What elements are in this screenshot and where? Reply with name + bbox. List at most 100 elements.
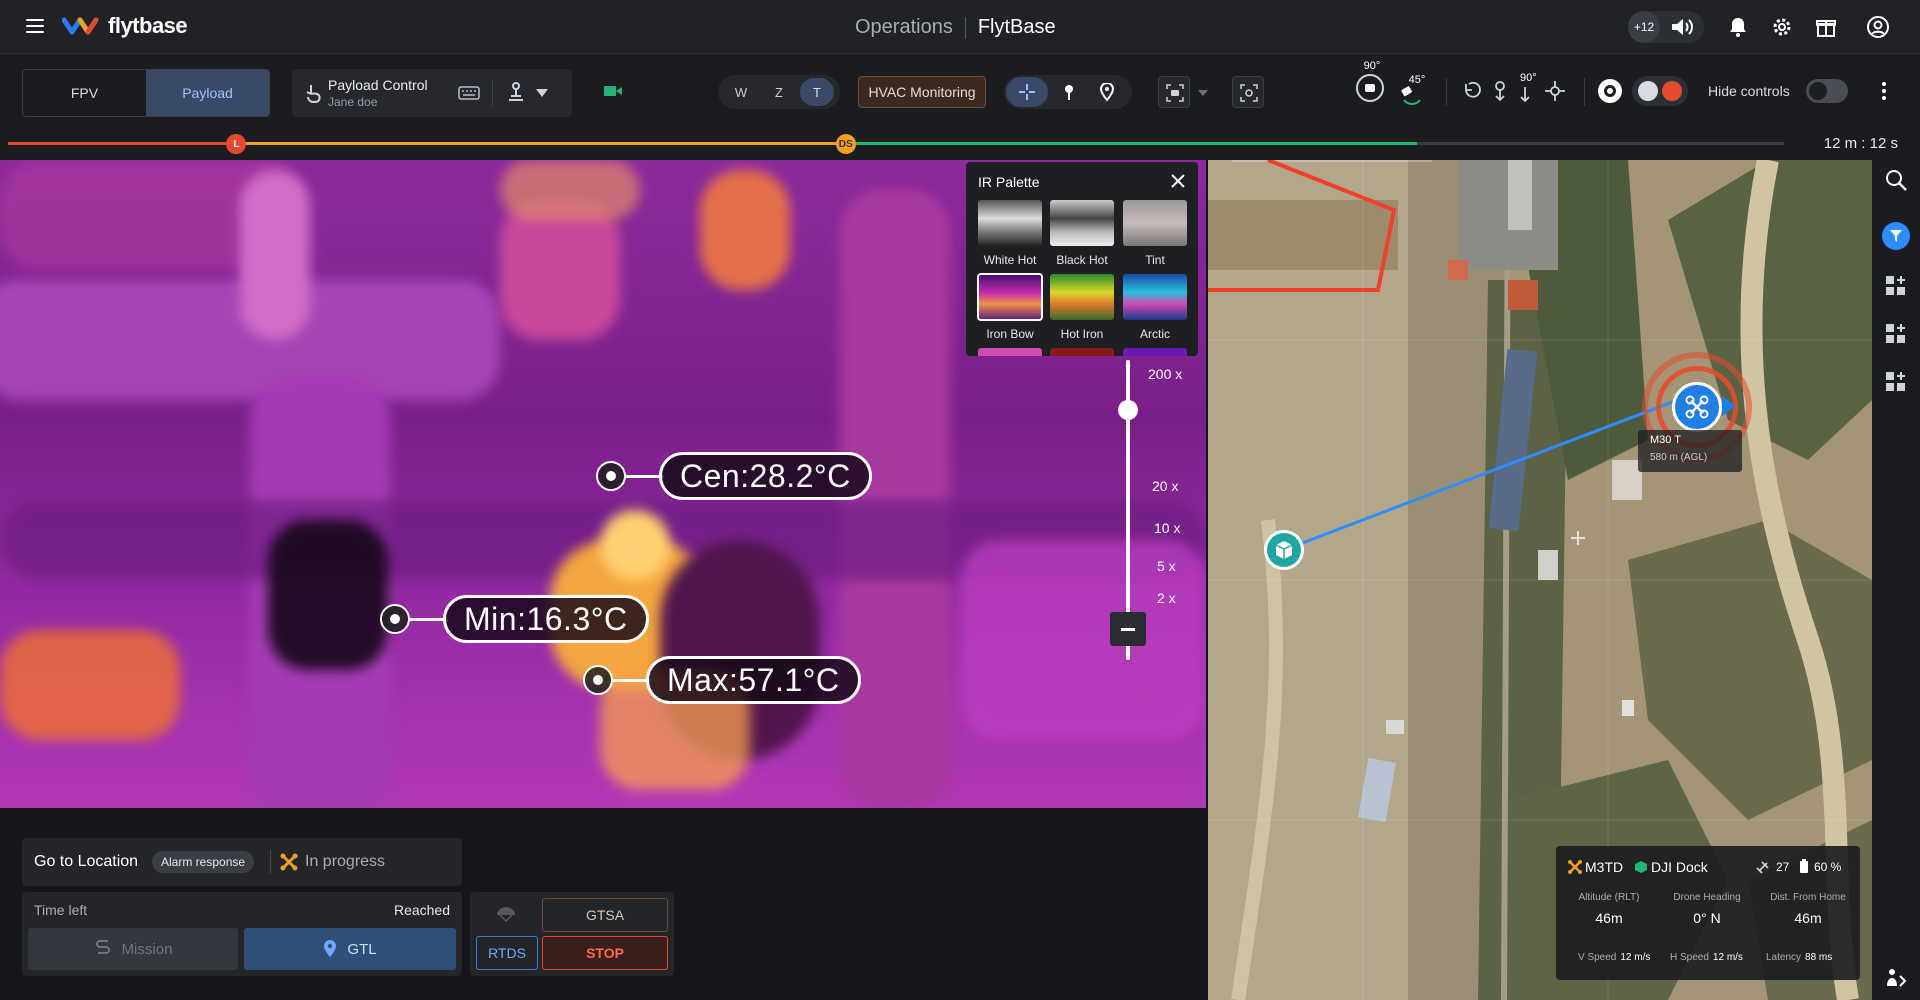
dock-name: DJI Dock xyxy=(1651,859,1708,875)
max-temp-marker[interactable] xyxy=(583,665,613,695)
palette-option-partial[interactable] xyxy=(1050,348,1114,356)
user-account-icon[interactable] xyxy=(1856,11,1900,43)
elapsed-time: 12 m : 12 s xyxy=(1823,135,1898,152)
filter-button[interactable] xyxy=(1882,222,1910,250)
payload-control-box[interactable]: Payload Control Jane doe xyxy=(292,69,572,117)
camera-icon xyxy=(1365,84,1375,92)
timeline-marker-launch[interactable]: L xyxy=(226,134,247,154)
palette-option-hot-iron[interactable]: Hot Iron xyxy=(1050,274,1114,341)
palette-option-arctic[interactable]: Arctic xyxy=(1123,274,1187,341)
section-title[interactable]: Operations xyxy=(855,16,953,39)
dock-marker[interactable] xyxy=(1264,530,1304,570)
crosshair-mode-button[interactable] xyxy=(1006,77,1048,107)
drone-marker[interactable] xyxy=(1672,382,1722,432)
gimbal-yaw-icon[interactable] xyxy=(1398,80,1426,108)
gear-icon[interactable] xyxy=(1760,11,1804,43)
gtl-button-label: GTL xyxy=(347,940,377,958)
capture-photo-button[interactable] xyxy=(1158,76,1190,108)
scan-frame-icon xyxy=(1240,84,1258,102)
parachute-icon[interactable] xyxy=(496,906,516,922)
palette-option-partial[interactable] xyxy=(978,348,1042,356)
record-toggle-group xyxy=(1632,76,1688,106)
add-widget-icon[interactable] xyxy=(1884,274,1908,298)
zoom-level-label[interactable]: 20 x xyxy=(1152,478,1178,494)
heading-label: Drone Heading xyxy=(1673,892,1741,903)
heading-arrow-icon xyxy=(1722,396,1736,416)
pointer-mode-group xyxy=(1004,75,1132,109)
lens-selector: W Z T xyxy=(718,75,840,109)
min-temp-label: Min:16.3°C xyxy=(443,595,649,643)
task-controls: Time left Reached Mission GTL xyxy=(22,892,462,976)
palette-thumb xyxy=(1050,200,1114,246)
pin-icon[interactable] xyxy=(1062,84,1076,100)
zoom-level-label[interactable]: 200 x xyxy=(1148,366,1182,382)
photo-shutter-button[interactable] xyxy=(1598,79,1622,103)
drone-align-icon[interactable] xyxy=(1544,80,1566,102)
record-button[interactable] xyxy=(1662,81,1682,101)
center-temp-marker[interactable] xyxy=(596,461,626,491)
speaker-icon[interactable] xyxy=(1660,11,1704,43)
keyboard-icon[interactable] xyxy=(458,86,480,100)
chevron-down-icon[interactable] xyxy=(1198,90,1208,96)
mission-button[interactable]: Mission xyxy=(28,928,238,970)
joystick-icon[interactable] xyxy=(506,81,526,103)
ir-palette-title: IR Palette xyxy=(978,174,1040,190)
video-camera-icon[interactable] xyxy=(604,85,622,97)
thermal-region xyxy=(700,170,790,290)
zoom-level-label[interactable]: 5 x xyxy=(1157,558,1176,574)
hide-controls-toggle[interactable] xyxy=(1806,79,1848,103)
mission-tag-button[interactable]: HVAC Monitoring xyxy=(858,76,986,108)
thermal-pipe xyxy=(840,190,950,808)
location-marker-icon[interactable] xyxy=(1100,83,1114,101)
zoom-slider-handle[interactable] xyxy=(1118,400,1138,420)
gimbal-angle-label: 90° xyxy=(1520,72,1537,84)
more-options-icon[interactable] xyxy=(1882,82,1886,100)
notification-count-badge[interactable]: +12 xyxy=(1628,11,1660,43)
lens-thermal-button[interactable]: T xyxy=(800,78,834,106)
stop-button[interactable]: STOP xyxy=(542,936,668,970)
altitude-label: Altitude (RLT) xyxy=(1578,892,1640,903)
pilot-handover-icon[interactable] xyxy=(1884,966,1908,990)
timeline-marker-dock-station[interactable]: DS xyxy=(835,134,856,154)
zoom-out-button[interactable] xyxy=(1110,612,1146,646)
lens-zoom-button[interactable]: Z xyxy=(762,78,796,106)
palette-option-partial[interactable] xyxy=(1123,348,1187,356)
bell-icon[interactable] xyxy=(1716,11,1760,43)
payload-control-user: Jane doe xyxy=(328,95,378,109)
gtl-button[interactable]: GTL xyxy=(244,928,456,970)
add-layer-icon[interactable] xyxy=(1884,322,1908,346)
palette-thumb xyxy=(1123,200,1187,246)
lens-wide-button[interactable]: W xyxy=(724,78,758,106)
zoom-level-label[interactable]: 2 x xyxy=(1157,590,1176,606)
gift-icon[interactable] xyxy=(1804,11,1848,43)
tab-payload[interactable]: Payload xyxy=(146,70,269,116)
gimbal-down-icon[interactable] xyxy=(1490,80,1510,102)
drone-icon xyxy=(280,853,298,871)
zoom-level-label[interactable]: 10 x xyxy=(1154,520,1180,536)
add-panel-icon[interactable] xyxy=(1884,370,1908,394)
brand-logo: flytbase xyxy=(62,13,188,39)
palette-thumb xyxy=(1050,274,1114,320)
palette-thumb xyxy=(978,200,1042,246)
palette-option-iron-bow[interactable]: Iron Bow xyxy=(977,273,1043,341)
menu-icon[interactable] xyxy=(26,19,44,33)
flight-timeline[interactable]: L DS 12 m : 12 s xyxy=(0,130,1920,160)
rtds-button[interactable]: RTDS xyxy=(476,936,538,970)
record-off-dot[interactable] xyxy=(1638,81,1658,101)
palette-option-white-hot[interactable]: White Hot xyxy=(978,200,1042,267)
org-title[interactable]: FlytBase xyxy=(978,16,1056,39)
palette-option-black-hot[interactable]: Black Hot xyxy=(1050,200,1114,267)
gimbal-pitch-button[interactable] xyxy=(1356,74,1384,102)
chevron-down-icon[interactable] xyxy=(536,89,548,97)
gtsa-button[interactable]: GTSA xyxy=(542,898,668,932)
gimbal-tilt-icon[interactable] xyxy=(1518,86,1532,104)
scan-button[interactable] xyxy=(1232,76,1264,108)
search-icon[interactable] xyxy=(1884,168,1908,192)
timeline-segment-mission xyxy=(845,142,1417,145)
close-icon[interactable] xyxy=(1170,173,1186,189)
gimbal-reset-icon[interactable] xyxy=(1462,80,1482,102)
latency: Latency 88 ms xyxy=(1766,952,1832,963)
tab-fpv[interactable]: FPV xyxy=(23,70,146,116)
min-temp-marker[interactable] xyxy=(380,604,410,634)
palette-option-tint[interactable]: Tint xyxy=(1123,200,1187,267)
